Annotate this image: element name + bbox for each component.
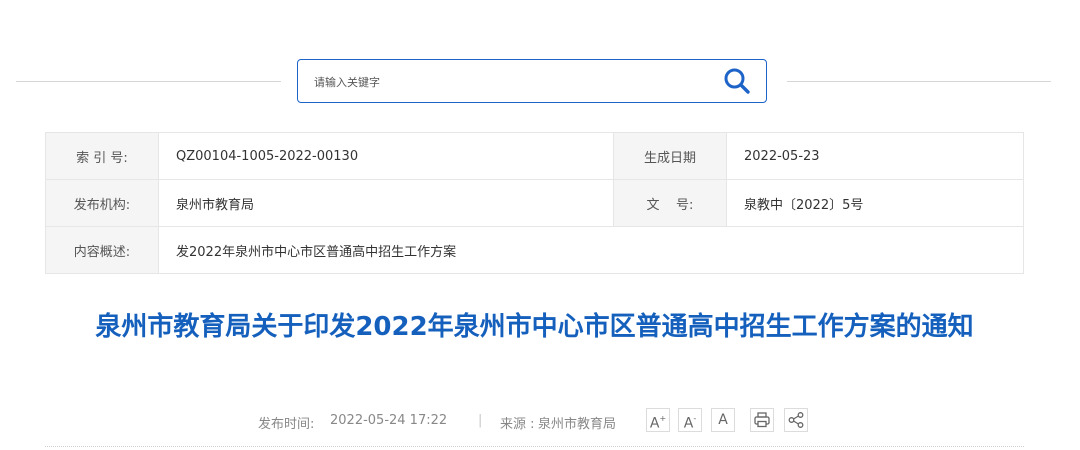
divider-left	[16, 81, 281, 82]
creation-date-label: 生成日期	[613, 132, 727, 180]
meta-separator: |	[478, 413, 483, 428]
article-meta: 发布时间: 2022-05-24 17:22 | 来源 : 泉州市教育局 A+ …	[0, 407, 1080, 437]
meta-divider	[45, 446, 1024, 447]
publisher-value: 泉州市教育局	[158, 179, 614, 227]
info-row-index: 索 引 号: QZ00104-1005-2022-00130 生成日期 2022…	[45, 132, 1024, 180]
info-row-summary: 内容概述: 发2022年泉州市中心市区普通高中招生工作方案	[45, 226, 1024, 274]
source-value: 泉州市教育局	[538, 417, 617, 432]
document-info-table: 索 引 号: QZ00104-1005-2022-00130 生成日期 2022…	[45, 132, 1024, 274]
publish-time-value: 2022-05-24 17:22	[330, 413, 448, 428]
document-number-value: 泉教中〔2022〕5号	[726, 179, 1024, 227]
document-number-label: 文 号:	[613, 179, 727, 227]
print-icon	[754, 412, 770, 428]
font-increase-button[interactable]: A+	[646, 408, 670, 432]
divider-right	[787, 81, 1051, 82]
info-row-org: 发布机构: 泉州市教育局 文 号: 泉教中〔2022〕5号	[45, 179, 1024, 227]
share-button[interactable]	[784, 408, 808, 432]
publish-time-label: 发布时间:	[258, 417, 315, 432]
search-box	[297, 59, 767, 103]
search-row	[0, 59, 1080, 105]
search-icon	[724, 68, 750, 94]
summary-label: 内容概述:	[45, 226, 159, 274]
font-decrease-button[interactable]: A-	[678, 408, 702, 432]
font-increase-label: A	[649, 415, 660, 432]
share-icon	[788, 412, 804, 428]
print-button[interactable]	[750, 408, 774, 432]
font-decrease-label: A	[683, 415, 694, 432]
index-number-value: QZ00104-1005-2022-00130	[158, 132, 614, 180]
font-default-label: A	[718, 412, 728, 428]
summary-value: 发2022年泉州市中心市区普通高中招生工作方案	[158, 226, 1024, 274]
article-title: 泉州市教育局关于印发2022年泉州市中心市区普通高中招生工作方案的通知	[95, 312, 974, 342]
font-decrease-mark: -	[693, 414, 697, 423]
search-input[interactable]	[312, 70, 696, 94]
search-button[interactable]	[722, 66, 752, 96]
index-number-label: 索 引 号:	[45, 132, 159, 180]
source-label: 来源 :	[500, 417, 535, 432]
font-default-button[interactable]: A	[711, 408, 735, 432]
creation-date-value: 2022-05-23	[726, 132, 1024, 180]
font-increase-mark: +	[659, 414, 667, 423]
publisher-label: 发布机构:	[45, 179, 159, 227]
